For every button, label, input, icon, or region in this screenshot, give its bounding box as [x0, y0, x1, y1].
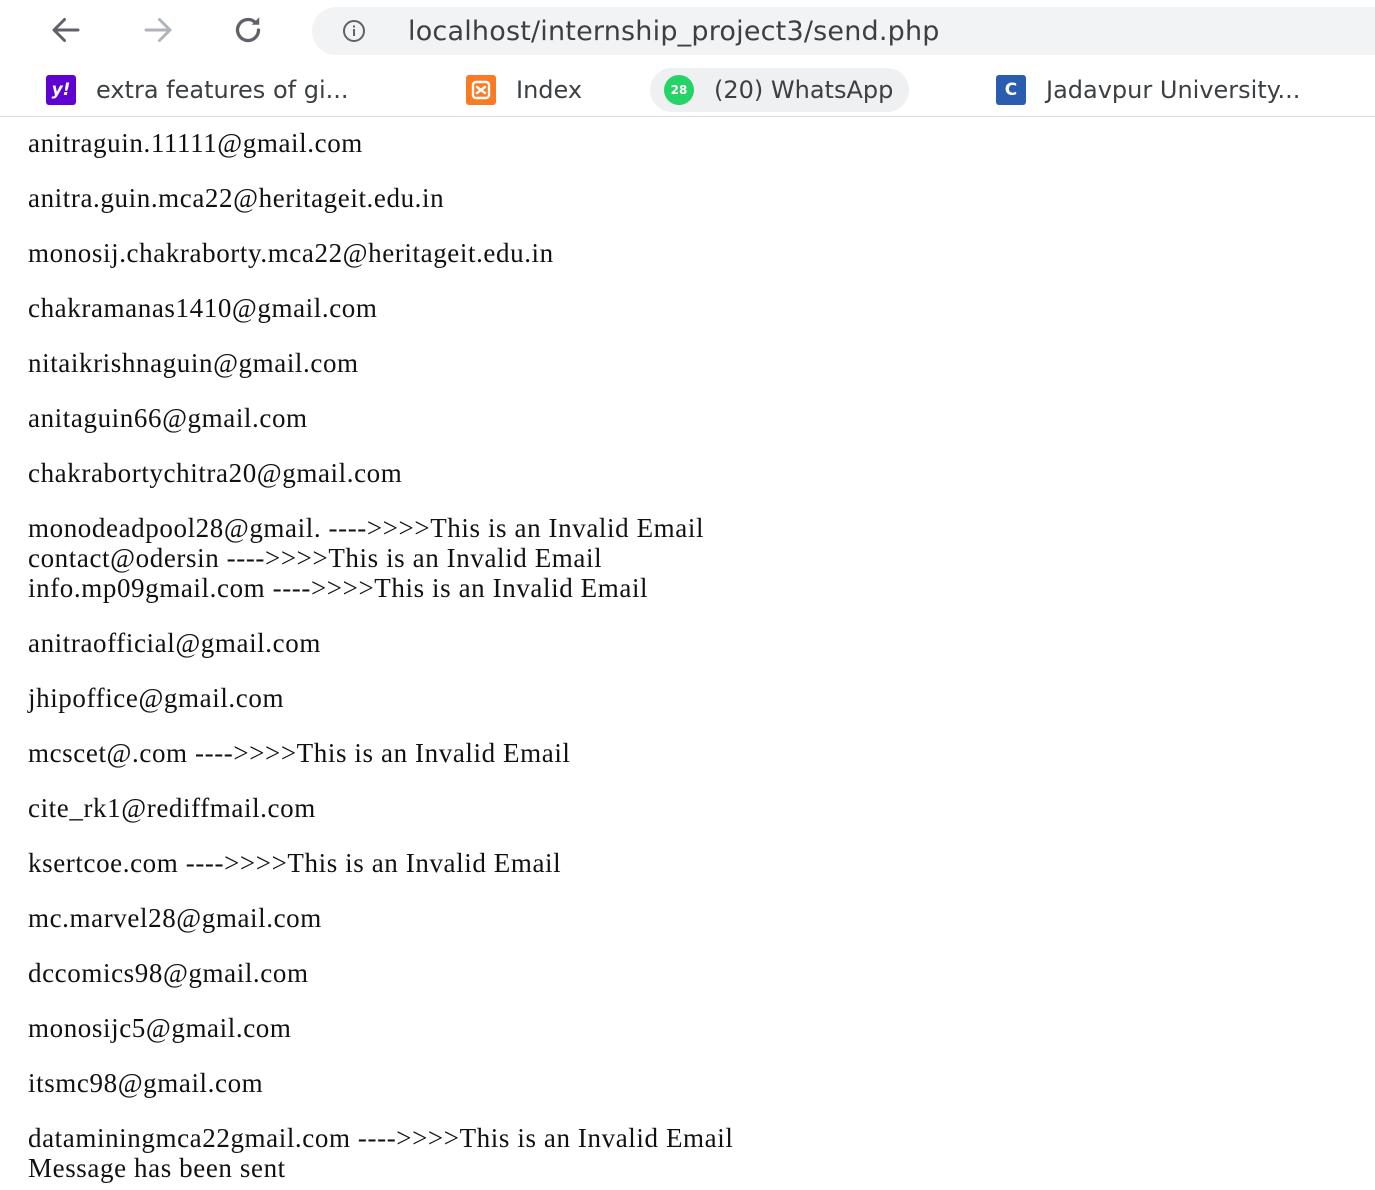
url-text[interactable]: localhost/internship_project3/send.php	[408, 16, 940, 47]
email-line: jhipoffice@gmail.com	[28, 683, 285, 713]
forward-button[interactable]	[136, 8, 180, 52]
email-line: chakramanas1410@gmail.com	[28, 293, 378, 323]
bookmark-label: Index	[516, 76, 583, 104]
email-line: anitraofficial@gmail.com	[28, 628, 321, 658]
yahoo-icon: y!	[46, 75, 76, 105]
browser-toolbar: localhost/internship_project3/send.php	[0, 0, 1375, 62]
email-line: mc.marvel28@gmail.com	[28, 903, 322, 933]
bookmark-extra-features[interactable]: y! extra features of gi...	[46, 68, 349, 112]
back-button[interactable]	[44, 8, 88, 52]
bookmark-label: (20) WhatsApp	[714, 76, 894, 104]
bookmark-label: extra features of gi...	[96, 76, 349, 104]
email-line: dataminingmca22gmail.com ---->>>>This is…	[28, 1123, 734, 1153]
address-bar[interactable]: localhost/internship_project3/send.php	[312, 7, 1375, 55]
email-line: anitraguin.11111@gmail.com	[28, 128, 363, 158]
email-line: ksertcoe.com ---->>>>This is an Invalid …	[28, 848, 562, 878]
bookmarks-bar: y! extra features of gi... Index 28 (20)…	[0, 62, 1375, 117]
bookmark-jadavpur[interactable]: C Jadavpur University...	[996, 68, 1300, 112]
email-line: contact@odersin ---->>>>This is an Inval…	[28, 543, 603, 573]
email-line: chakrabortychitra20@gmail.com	[28, 458, 403, 488]
bookmark-label: Jadavpur University...	[1046, 76, 1301, 104]
reload-icon	[235, 17, 261, 43]
email-line: monodeadpool28@gmail. ---->>>>This is an…	[28, 513, 705, 543]
status-message: Message has been sent	[28, 1153, 286, 1183]
email-line: cite_rk1@rediffmail.com	[28, 793, 316, 823]
email-line: monosijc5@gmail.com	[28, 1013, 292, 1043]
email-line: itsmc98@gmail.com	[28, 1068, 264, 1098]
email-line: mcscet@.com ---->>>>This is an Invalid E…	[28, 738, 571, 768]
whatsapp-icon: 28	[664, 75, 694, 105]
reload-button[interactable]	[226, 8, 270, 52]
arrow-left-icon	[52, 18, 80, 42]
info-icon[interactable]	[342, 19, 366, 43]
arrow-right-icon	[144, 18, 172, 42]
email-line: info.mp09gmail.com ---->>>>This is an In…	[28, 573, 649, 603]
c-icon: C	[996, 75, 1026, 105]
bookmark-index[interactable]: Index	[466, 68, 582, 112]
xampp-icon	[466, 75, 496, 105]
page-output: anitraguin.11111@gmail.com anitra.guin.mc…	[28, 128, 1375, 1183]
email-line: monosij.chakraborty.mca22@heritageit.edu…	[28, 238, 554, 268]
email-line: nitaikrishnaguin@gmail.com	[28, 348, 359, 378]
email-line: anitaguin66@gmail.com	[28, 403, 308, 433]
email-line: dccomics98@gmail.com	[28, 958, 309, 988]
bookmark-whatsapp[interactable]: 28 (20) WhatsApp	[650, 68, 910, 112]
email-line: anitra.guin.mca22@heritageit.edu.in	[28, 183, 445, 213]
